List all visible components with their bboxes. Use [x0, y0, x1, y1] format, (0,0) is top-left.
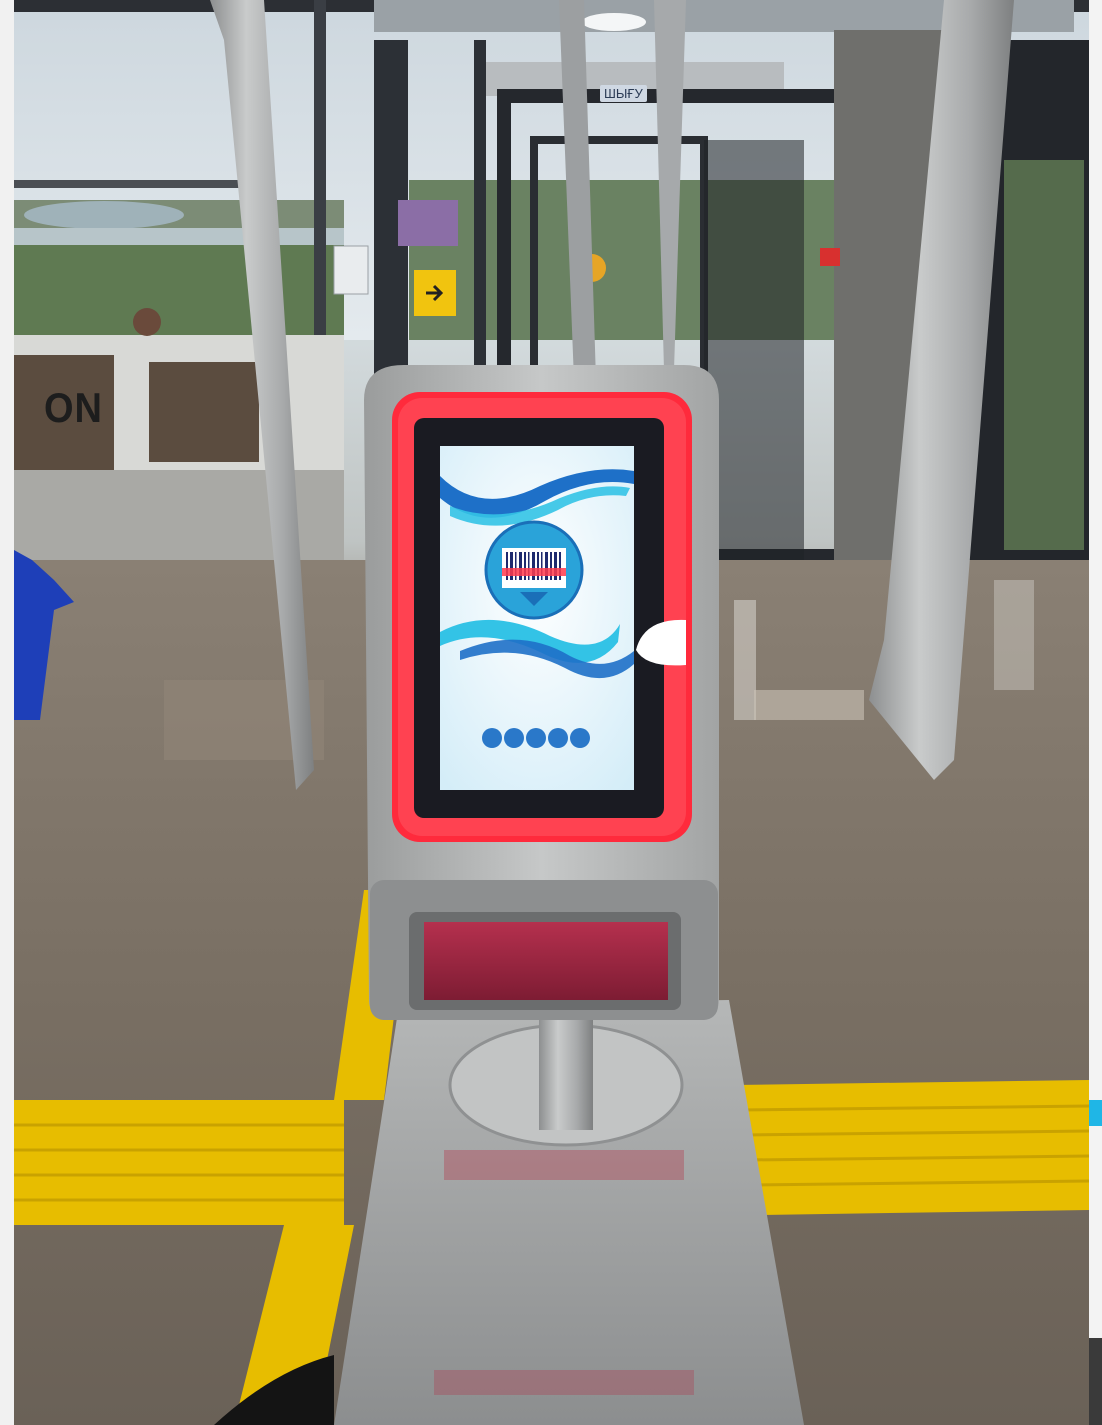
progress-dot: [482, 728, 502, 748]
barcode-scan-icon: [484, 520, 584, 620]
reception-sign-text: ON: [44, 385, 103, 433]
exit-door-badge: ШЫҒУ: [600, 85, 647, 102]
progress-dot: [526, 728, 546, 748]
edge-dark-block: [1089, 1338, 1102, 1425]
progress-dot: [548, 728, 568, 748]
right-edge-strip: [1089, 0, 1102, 1425]
progress-dots: [481, 727, 593, 749]
progress-dot: [504, 728, 524, 748]
progress-dot: [570, 728, 590, 748]
edge-accent: [1089, 1100, 1102, 1126]
